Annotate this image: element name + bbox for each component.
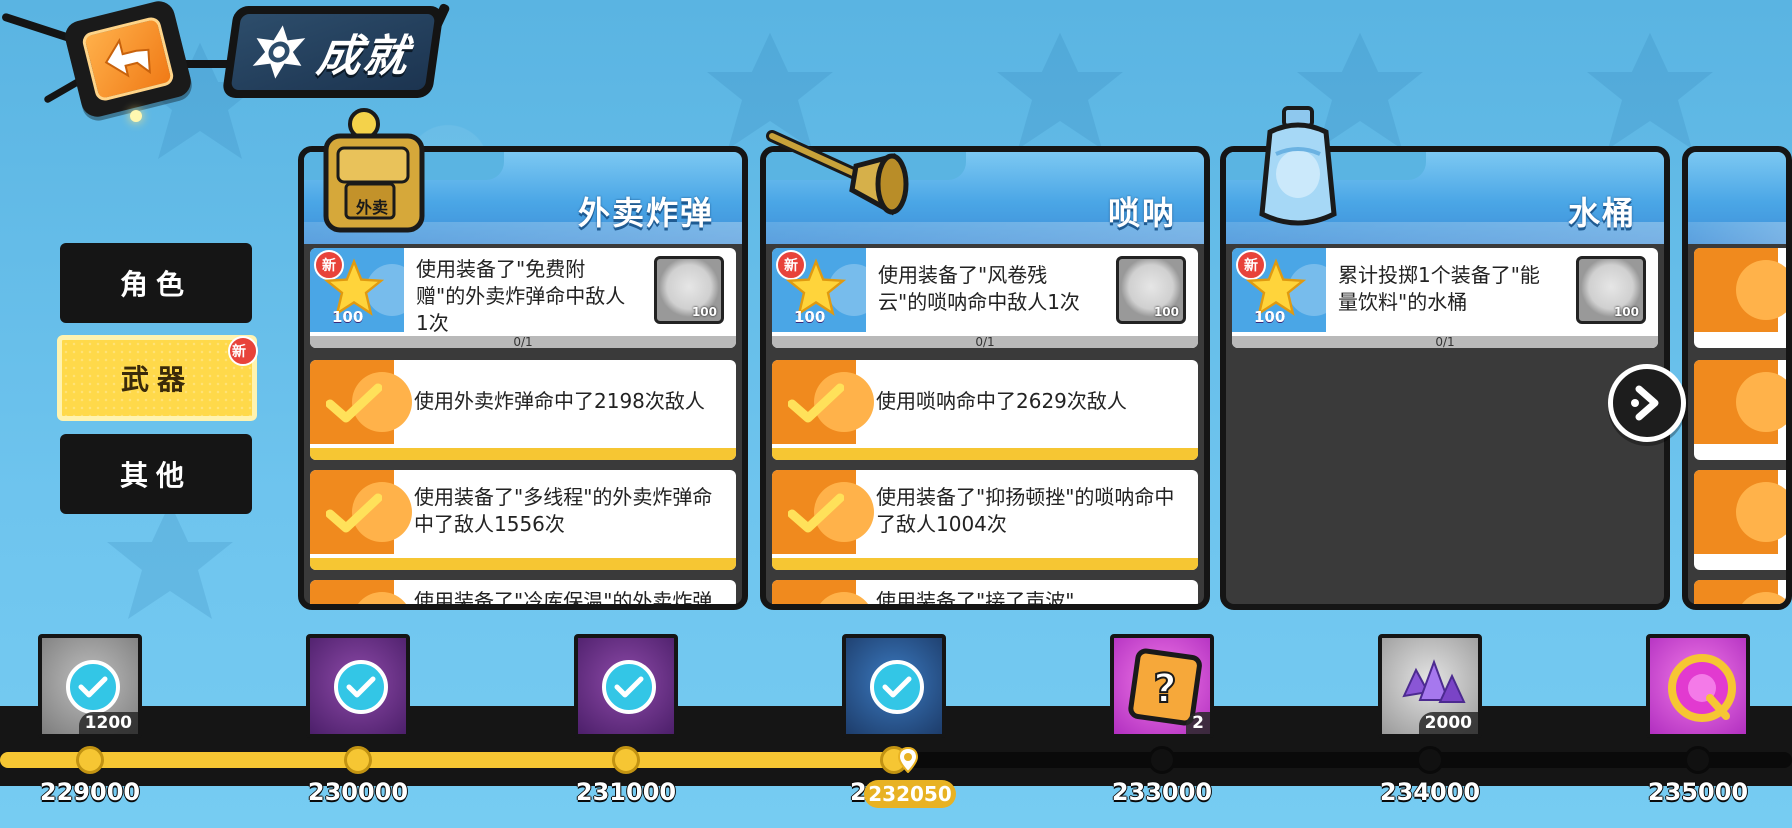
checkmark-icon [788,493,844,533]
star-points: 100 [794,308,826,326]
achievement-text: 使用装备了"免费附赠"的外卖炸弹命中敌人1次 [416,257,626,335]
next-page-button[interactable] [1608,364,1686,442]
achievement-text: 累计投掷1个装备了"能量饮料"的水桶 [1338,263,1540,314]
achievement-item-done[interactable] [1694,470,1786,570]
achievement-text: 使用装备了"风卷残云"的唢呐命中敌人1次 [878,263,1080,314]
achievement-text: 使用装备了"接了声波" [876,589,1075,610]
milestone-reward[interactable] [842,634,946,738]
achievement-item-done[interactable] [1694,360,1786,460]
reward-amount: 2 [1186,712,1210,734]
milestone-label: 234000 [1379,778,1481,806]
achievement-text: 使用装备了"抑扬顿挫"的唢呐命中了敌人1004次 [876,485,1175,536]
title-plate: 成就 [221,6,445,98]
back-button[interactable] [61,0,195,121]
achievement-text: 使用装备了"冷库保温"的外卖炸弹 [414,589,713,610]
tab-weapon[interactable]: 武器 新 [57,335,258,421]
milestone-label: 235000 [1647,778,1749,806]
reward-amount: 100 [1613,305,1639,319]
progress-bar [310,448,736,460]
delivery-bomb-backpack-icon: 外卖 [316,108,436,242]
checkmark-icon [326,383,382,423]
current-position-pin-icon [898,747,918,773]
milestone-node [76,746,104,774]
q-token-icon [1668,654,1736,722]
card-header [1688,152,1786,244]
achievement-item-done[interactable]: 使用外卖炸弹命中了2198次敌人 [310,360,736,460]
milestone-label: 233000 [1111,778,1213,806]
reward-amount: 1200 [78,712,138,734]
milestone-reward[interactable]: 1200 [38,634,142,738]
checkmark-icon [326,493,382,533]
milestone-reward[interactable] [574,634,678,738]
svg-text:?: ? [1153,666,1176,712]
milestone-node [1148,746,1176,774]
milestone-progress-fill [0,752,906,768]
milestone-reward[interactable]: ? 2 [1110,634,1214,738]
gold-coins-icon: 100 [1116,256,1186,324]
progress-text: 0/1 [513,335,533,348]
progress-text: 0/1 [975,335,995,348]
tab-label: 角色 [119,268,192,301]
card-title: 外卖炸弹 [577,194,714,232]
star-points: 100 [1254,308,1286,326]
tab-other[interactable]: 其他 [60,434,252,514]
page-title: 成就 [313,31,413,82]
achievement-text: 使用装备了"多线程"的外卖炸弹命中了敌人1556次 [414,485,713,536]
back-arrow-icon [104,37,151,78]
achievement-item[interactable]: 新 100 使用装备了"风卷残云"的唢呐命中敌人1次 100 0/1 [772,248,1198,348]
checkmark-icon [788,383,844,423]
milestone-reward[interactable] [306,634,410,738]
milestone-node [344,746,372,774]
reward-amount: 2000 [1418,712,1478,734]
tab-role[interactable]: 角色 [60,243,252,323]
achievement-item-done[interactable]: 使用唢呐命中了2629次敌人 [772,360,1198,460]
achievement-card-partial [1682,146,1792,610]
claimed-check-icon [870,660,924,714]
achievement-item-done[interactable] [1694,248,1786,348]
achievement-item-done[interactable] [1694,580,1786,604]
star-badge-icon [252,25,306,79]
achievement-text: 使用唢呐命中了2629次敌人 [876,389,1127,413]
milestone-node [1416,746,1444,774]
reward-amount: 100 [1153,305,1179,319]
claimed-check-icon [66,660,120,714]
achievement-item[interactable]: 新 100 使用装备了"免费附赠"的外卖炸弹命中敌人1次 100 0/1 [310,248,736,348]
chevron-right-icon [1631,385,1659,421]
gold-coins-icon: 100 [1576,256,1646,324]
achievement-item-done[interactable]: 使用装备了"接了声波" [772,580,1198,610]
milestone-reward[interactable] [1646,634,1750,738]
milestone-label: 229000 [39,778,141,806]
progress-bar [772,448,1198,460]
water-bottle-icon [1250,104,1346,238]
achievement-item-done[interactable]: 使用装备了"抑扬顿挫"的唢呐命中了敌人1004次 [772,470,1198,570]
achievement-text: 使用外卖炸弹命中了2198次敌人 [414,389,705,413]
suona-horn-icon [764,126,914,230]
milestone-node [1684,746,1712,774]
achievement-item[interactable]: 新 100 累计投掷1个装备了"能量饮料"的水桶 100 0/1 [1232,248,1658,348]
milestone-label: 231000 [575,778,677,806]
new-badge: 新 [228,336,258,366]
progress-text: 0/1 [1435,335,1455,348]
lamp-light [130,110,142,122]
milestone-node [612,746,640,774]
star-points: 100 [332,308,364,326]
gold-coins-icon: 100 [654,256,724,324]
reward-amount: 100 [691,305,717,319]
tab-label: 武器 [120,363,193,396]
progress-bar [772,558,1198,570]
card-title: 唢呐 [1107,194,1176,232]
claimed-check-icon [602,660,656,714]
achievement-item-done[interactable]: 使用装备了"多线程"的外卖炸弹命中了敌人1556次 [310,470,736,570]
claimed-check-icon [334,660,388,714]
card-title: 水桶 [1567,194,1636,232]
purple-crystals-icon [1402,659,1466,703]
achievement-item-done[interactable]: 使用装备了"冷库保温"的外卖炸弹 [310,580,736,610]
progress-bar [310,558,736,570]
milestone-label: 230000 [307,778,409,806]
bg-star-icon [107,502,233,619]
current-score: 232050 [864,780,956,808]
milestone-reward[interactable]: 2000 [1378,634,1482,738]
backpack-label: 外卖 [356,198,389,217]
tab-label: 其他 [119,459,192,492]
